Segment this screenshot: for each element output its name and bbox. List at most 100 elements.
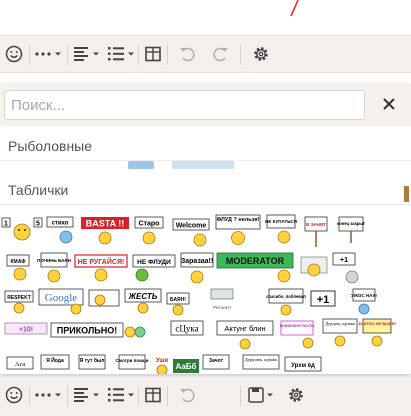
smiley-fishing-sign[interactable]: [88, 288, 120, 319]
sign-text: внимание понты: [280, 323, 315, 328]
category-label-fishing[interactable]: Рыболовные: [8, 138, 92, 154]
svg-text:5: 5: [36, 221, 40, 228]
sign-text: БАЯН!: [170, 297, 186, 303]
smiley-face-grid[interactable]: [300, 256, 328, 285]
align-button[interactable]: [72, 377, 102, 413]
sign-text: Зачот: [209, 358, 224, 364]
smiley-sign-ne-fludi[interactable]: НЕ ФЛУДИ: [132, 254, 176, 287]
table-icon: [145, 387, 161, 403]
more-button[interactable]: [33, 36, 63, 72]
sign-text: Заразаа!!: [181, 258, 213, 265]
smiley-sign-welcome[interactable]: Welcome: [172, 218, 210, 253]
sign-text: ЗНАТНО НЕ ВЫЕЯ!: [358, 321, 396, 326]
sign-text: BASTA !!: [86, 219, 125, 229]
more-button[interactable]: [33, 377, 63, 413]
smiley-number-sign[interactable]: 1 5: [1, 217, 43, 249]
smiley-sign-smotri[interactable]: Смотри поищи: [116, 354, 149, 374]
gear-icon: [254, 47, 268, 61]
table-button[interactable]: [142, 377, 164, 413]
smiley-sign-konec[interactable]: конец закрыт: [337, 216, 365, 249]
smiley-sign-zanyat[interactable]: В ЗАНЯТ: [304, 216, 328, 253]
smiley-sign-zhest[interactable]: ЖЕСТЬ: [124, 288, 164, 319]
save-button[interactable]: [246, 377, 276, 413]
align-left-icon: [74, 47, 99, 61]
scrollbar-thumb[interactable]: [404, 186, 409, 202]
sign-text: ПРИКОЛЬНО!: [57, 326, 118, 336]
smiley-sign-spasibo[interactable]: спасибо, поблевал: [266, 288, 306, 321]
sign-text: Уши: [156, 358, 169, 364]
emoji-search-bar: [0, 84, 411, 126]
emoji-search-input[interactable]: [4, 90, 365, 120]
smiley-sign-durdom[interactable]: Дурдом, однако: [322, 318, 358, 353]
smiley-sign-ya-tut-byl[interactable]: Я тут был: [78, 354, 106, 374]
smiley-sign-znatno[interactable]: ЗНАТНО НЕ ВЫЕЯ!: [358, 318, 396, 353]
editor-toolbar: [0, 35, 411, 73]
sign-text: НЕ КУПАТЬСЯ: [265, 219, 297, 224]
ellipsis-icon: [35, 52, 61, 56]
smiley-sign-bayan-2[interactable]: БАЯН!: [166, 292, 190, 321]
sign-text: Я тут был: [80, 357, 105, 364]
smiley-sign-zachot[interactable]: Зачот: [202, 354, 230, 374]
undo-button[interactable]: [172, 377, 202, 413]
smiley-sign-respekt[interactable]: RESPEKT: [4, 290, 34, 319]
smiley-sign-kmaf[interactable]: КМАФ: [6, 254, 32, 287]
settings-button[interactable]: [284, 377, 308, 413]
undo-icon: [180, 388, 195, 403]
sign-text: Респект!: [213, 305, 231, 310]
smiley-sign-staro[interactable]: Старо: [134, 216, 164, 251]
bulleted-list-icon: [108, 388, 134, 402]
sign-text: Ага: [15, 361, 25, 368]
undo-button[interactable]: [172, 36, 202, 72]
smiley-sign-aabb[interactable]: АаБб: [172, 358, 200, 374]
fishing-smiley-stub[interactable]: [172, 161, 234, 169]
smiley-grid: 1 5 стихо BASTA !! Старо Welcome ФЛУД ? …: [0, 208, 404, 374]
smiley-sign-vnimanie[interactable]: внимание понты: [280, 320, 318, 355]
sign-text: АаБб: [175, 362, 196, 371]
smiley-sign-scuka[interactable]: сЦука: [170, 320, 204, 347]
smiley-sign-aktung[interactable]: Актунг блин: [216, 320, 274, 355]
sign-text: Я Йода: [46, 356, 64, 364]
smiley-sign-ne-kupatsya[interactable]: НЕ КУПАТЬСЯ: [265, 214, 297, 251]
sign-text: НЕ РУГАЙСЯ!: [78, 257, 125, 266]
smiley-sign-ne-rugaysya[interactable]: НЕ РУГАЙСЯ!: [74, 254, 128, 287]
close-icon: [383, 98, 395, 110]
undo-icon: [180, 47, 195, 62]
settings-button[interactable]: [248, 36, 274, 72]
smiley-sign-plus-ten[interactable]: +10!: [4, 322, 48, 341]
list-button[interactable]: [106, 36, 136, 72]
smiley-sign-google[interactable]: Google: [38, 288, 86, 319]
table-button[interactable]: [142, 36, 164, 72]
floppy-icon: [248, 387, 273, 403]
category-label-signs[interactable]: Таблички: [8, 182, 68, 198]
sign-text: +10!: [19, 327, 33, 334]
smiley-sign-plus-one-2[interactable]: +1: [310, 290, 336, 319]
emoji-button[interactable]: [0, 377, 28, 413]
smiley-ushi[interactable]: Уши: [150, 354, 174, 374]
sign-text: КМАФ: [11, 259, 27, 265]
smiley-sign-uzhos[interactable]: УЖОС НАХ!: [351, 288, 377, 321]
close-button[interactable]: [377, 92, 401, 116]
smiley-sign-yoda[interactable]: Я Йода: [40, 354, 70, 374]
smiley-sign-bayan[interactable]: ПОЧИНЬ БАЯН: [37, 252, 71, 289]
smiley-sign-aga[interactable]: Ага: [6, 356, 34, 374]
sign-text: сЦука: [175, 324, 198, 334]
smiley-sign-stiho[interactable]: стихо: [46, 216, 74, 249]
smiley-sign-flood[interactable]: ФЛУД ? нельзя!: [215, 214, 261, 251]
sign-text: +1: [317, 294, 330, 306]
smiley-sign-respekt-2[interactable]: Респект!: [206, 288, 236, 319]
gear-icon: [289, 388, 303, 402]
sign-text: конец закрыт: [337, 221, 365, 226]
smiley-sign-urhm[interactable]: Урхм ёд: [284, 356, 322, 374]
emoji-button[interactable]: [0, 36, 28, 72]
smiley-sign-prikolno[interactable]: ПРИКОЛЬНО!: [50, 322, 146, 347]
align-button[interactable]: [72, 36, 102, 72]
smiley-sign-zaraza[interactable]: Заразаа!!: [180, 252, 214, 289]
smiley-sign-moderator[interactable]: MODERATOR: [216, 252, 296, 289]
sign-text: НЕ ФЛУДИ: [137, 259, 171, 266]
redo-button[interactable]: [206, 36, 236, 72]
smiley-sign-durdom-2[interactable]: Дурдомъ, однакъ: [242, 354, 280, 374]
smiley-sign-plus-one[interactable]: +1: [332, 252, 362, 289]
list-button[interactable]: [106, 377, 136, 413]
fishing-smiley-stub[interactable]: [128, 161, 154, 169]
smiley-sign-basta[interactable]: BASTA !!: [80, 216, 130, 251]
